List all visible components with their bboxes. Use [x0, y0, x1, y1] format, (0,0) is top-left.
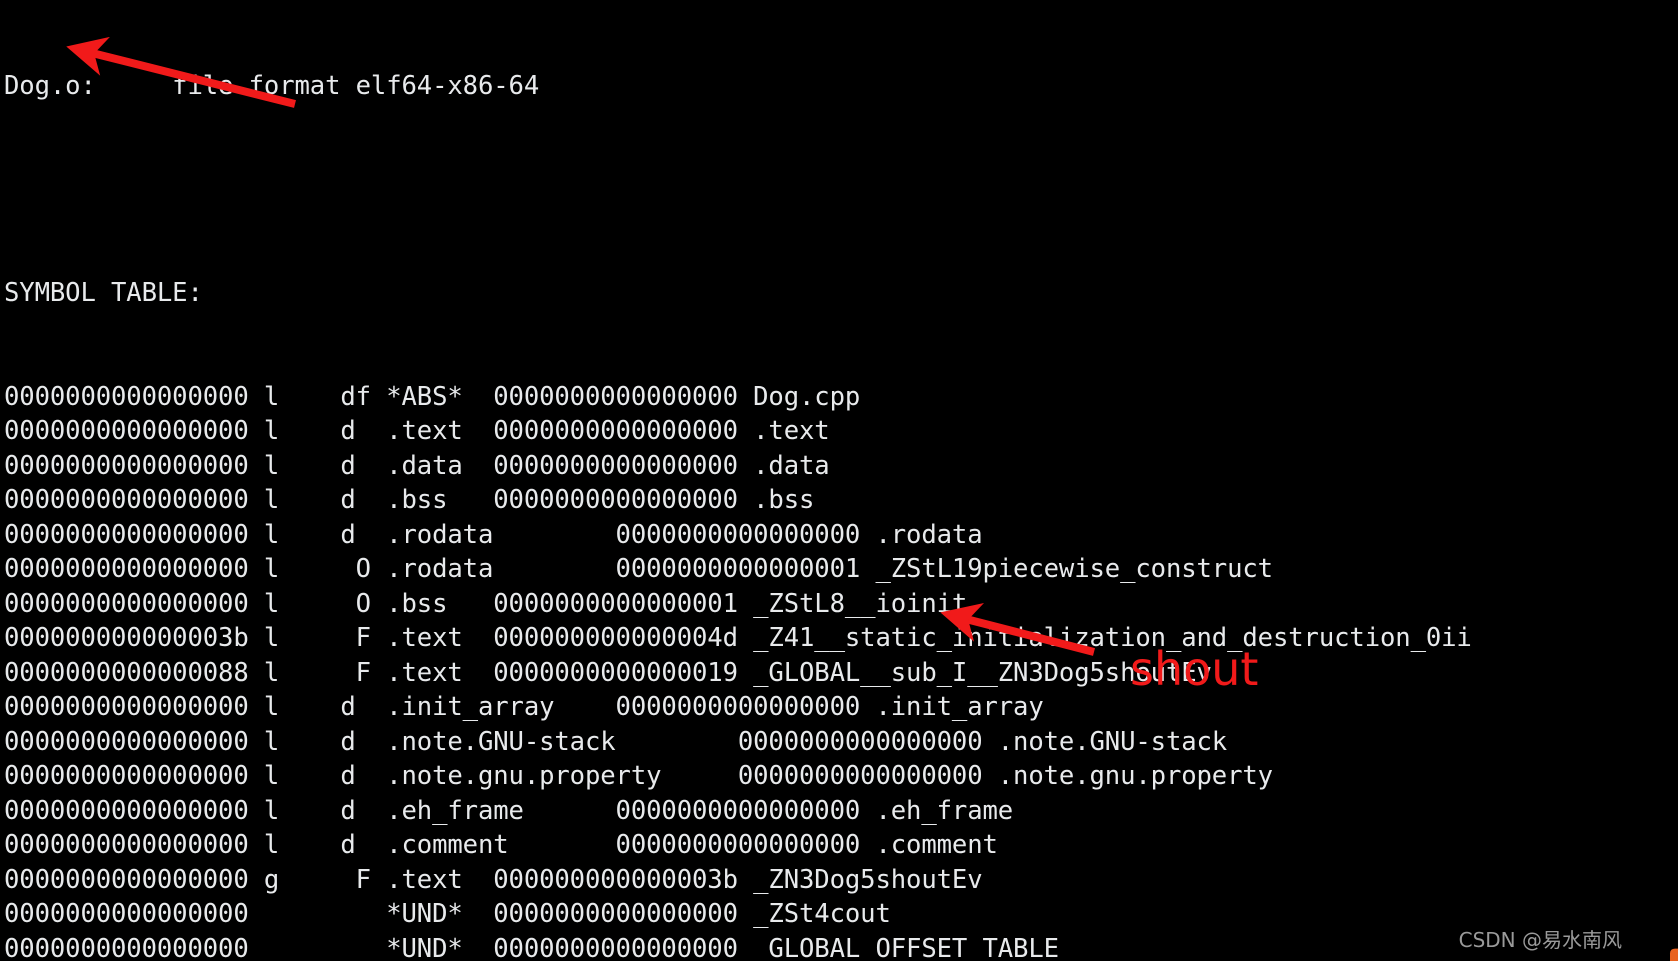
- symbol-table-row: 0000000000000000 l O .bss 00000000000000…: [4, 588, 968, 619]
- symbol-table-title: SYMBOL TABLE:: [4, 278, 203, 308]
- symbol-table-row: 0000000000000000 g F .text 0000000000000…: [4, 864, 983, 895]
- terminal-screenshot: Dog.o: file format elf64-x86-64 SYMBOL T…: [0, 0, 1678, 961]
- symbol-table-row: 0000000000000000 l d .bss 00000000000000…: [4, 485, 815, 515]
- symbol-table-rows: 0000000000000000 l df *ABS* 000000000000…: [4, 380, 1678, 961]
- symbol-table-row: 0000000000000000 l d .rodata 00000000000…: [4, 519, 983, 550]
- watermark-text: CSDN @易水南风: [1458, 927, 1622, 952]
- symbol-table-row: 0000000000000000 l d .data 0000000000000…: [4, 450, 830, 481]
- symbol-table-row: 0000000000000000 l d .comment 0000000000…: [4, 830, 998, 860]
- csdn-watermark: CSDN @易水南风: [1458, 923, 1678, 961]
- symbol-table-row: 0000000000000000 l d .eh_frame 000000000…: [4, 795, 1014, 826]
- symbol-table-row: 0000000000000000 l O .rodata 00000000000…: [4, 554, 1273, 584]
- symbol-table-row: 0000000000000000 *UND* 0000000000000000 …: [4, 933, 1075, 961]
- symbol-table-row: 0000000000000088 l F .text 0000000000000…: [4, 657, 1212, 688]
- symbol-table-row: 0000000000000000 l d .note.GNU-stack 000…: [4, 726, 1228, 757]
- symbol-table-row: 000000000000003b l F .text 0000000000000…: [4, 623, 1472, 653]
- symbol-table-row: 0000000000000000 l d .init_array 0000000…: [4, 692, 1044, 722]
- symbol-table-row: 0000000000000000 l d .note.gnu.property …: [4, 761, 1273, 791]
- symbol-table-row: 0000000000000000 l df *ABS* 000000000000…: [4, 381, 861, 412]
- objdump-output: Dog.o: file format elf64-x86-64 SYMBOL T…: [4, 0, 1678, 961]
- symbol-table-row: 0000000000000000 l d .text 0000000000000…: [4, 416, 830, 446]
- csdn-logo-icon: [1630, 923, 1678, 961]
- shout-annotation-label: shout: [1130, 642, 1259, 696]
- symbol-table-row: 0000000000000000 *UND* 0000000000000000 …: [4, 899, 891, 929]
- file-format-header: Dog.o: file format elf64-x86-64: [4, 71, 540, 101]
